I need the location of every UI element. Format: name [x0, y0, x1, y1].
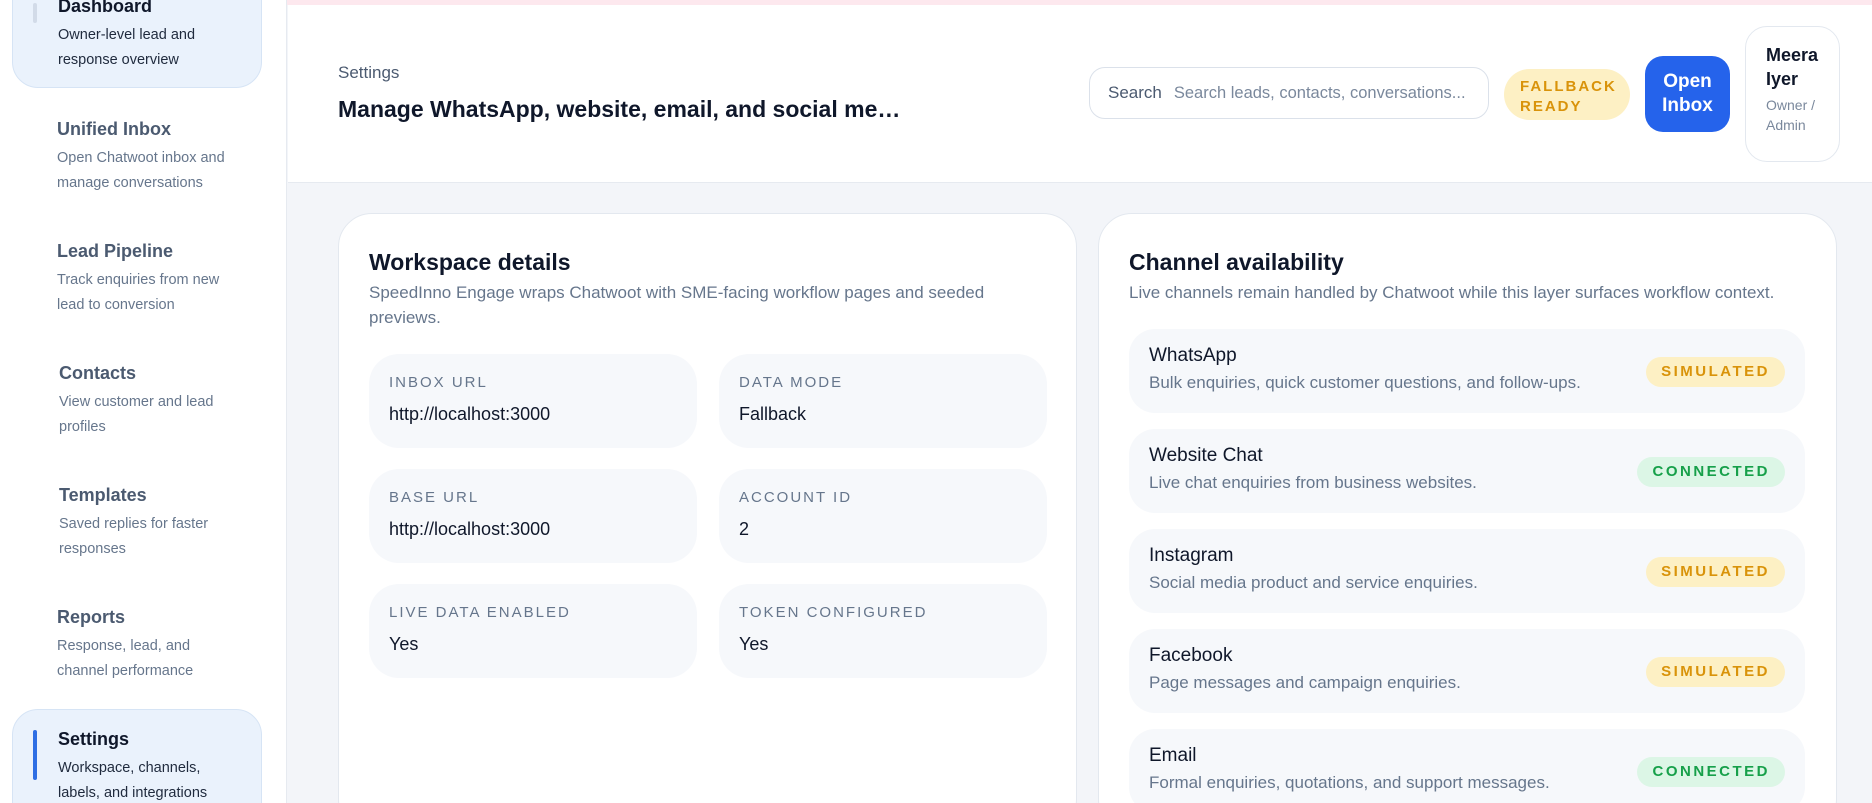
field-token-configured: TOKEN CONFIGURED Yes: [719, 584, 1047, 678]
channel-row-website-chat: Website Chat Live chat enquiries from bu…: [1129, 429, 1805, 513]
sidebar-item-reports[interactable]: Reports Response, lead, and channel perf…: [12, 606, 262, 684]
sidebar-item-desc: Saved replies for faster responses: [59, 516, 209, 557]
sidebar-item-label: Reports: [57, 607, 126, 627]
field-label: DATA MODE: [739, 374, 844, 391]
sidebar-item-desc: Owner-level lead and response overview: [58, 27, 196, 68]
fallback-status-badge: FALLBACK READY: [1504, 69, 1630, 120]
channel-row-email: Email Formal enquiries, quotations, and …: [1129, 729, 1805, 803]
channel-availability-card: Channel availability Live channels remai…: [1098, 213, 1837, 803]
sidebar-item-desc: Track enquiries from new lead to convers…: [57, 272, 220, 313]
field-value: Yes: [389, 634, 419, 654]
page-title: Manage WhatsApp, website, email, and soc…: [338, 96, 908, 122]
card-subtitle: Live channels remain handled by Chatwoot…: [1129, 283, 1775, 302]
field-base-url: BASE URL http://localhost:3000: [369, 469, 697, 563]
field-value: 2: [739, 519, 750, 539]
sidebar-item-label: Contacts: [59, 363, 137, 383]
field-value: http://localhost:3000: [389, 404, 551, 424]
card-subtitle: SpeedInno Engage wraps Chatwoot with SME…: [369, 283, 985, 327]
search-bar[interactable]: Search: [1089, 67, 1489, 119]
sidebar-item-desc: Workspace, channels, labels, and integra…: [58, 760, 208, 801]
field-account-id: ACCOUNT ID 2: [719, 469, 1047, 563]
field-inbox-url: INBOX URL http://localhost:3000: [369, 354, 697, 448]
field-value: http://localhost:3000: [389, 519, 551, 539]
sidebar-item-label: Lead Pipeline: [57, 241, 174, 261]
sidebar-item-label: Settings: [58, 729, 130, 749]
status-badge: SIMULATED: [1646, 657, 1785, 687]
field-label: INBOX URL: [389, 374, 488, 391]
sidebar-item-label: Unified Inbox: [57, 119, 171, 139]
channel-row-instagram: Instagram Social media product and servi…: [1129, 529, 1805, 613]
workspace-details-card: Workspace details SpeedInno Engage wraps…: [338, 213, 1077, 803]
status-badge: SIMULATED: [1646, 357, 1785, 387]
field-data-mode: DATA MODE Fallback: [719, 354, 1047, 448]
active-indicator: [33, 3, 37, 23]
field-label: TOKEN CONFIGURED: [739, 604, 928, 621]
active-indicator: [33, 730, 37, 780]
field-value: Fallback: [739, 404, 807, 424]
search-label: Search: [1108, 83, 1162, 102]
sidebar-item-contacts[interactable]: Contacts View customer and lead profiles: [12, 362, 262, 440]
card-title: Channel availability: [1129, 249, 1344, 275]
user-profile-card[interactable]: Meera Iyer Owner / Admin: [1745, 26, 1840, 162]
status-badge: SIMULATED: [1646, 557, 1785, 587]
sidebar-item-desc: Response, lead, and channel performance: [57, 638, 194, 679]
field-label: BASE URL: [389, 489, 480, 506]
field-label: LIVE DATA ENABLED: [389, 604, 571, 621]
sidebar-item-lead-pipeline[interactable]: Lead Pipeline Track enquiries from new l…: [12, 240, 262, 318]
sidebar: Dashboard Owner-level lead and response …: [0, 0, 287, 803]
channel-row-whatsapp: WhatsApp Bulk enquiries, quick customer …: [1129, 329, 1805, 413]
open-inbox-button[interactable]: Open Inbox: [1645, 56, 1730, 132]
sidebar-item-dashboard[interactable]: Dashboard Owner-level lead and response …: [12, 0, 262, 88]
user-name: Meera Iyer: [1766, 45, 1819, 89]
sidebar-item-settings[interactable]: Settings Workspace, channels, labels, an…: [12, 709, 262, 803]
status-badge: CONNECTED: [1637, 457, 1785, 487]
field-label: ACCOUNT ID: [739, 489, 853, 506]
user-role: Owner / Admin: [1766, 97, 1816, 133]
field-value: Yes: [739, 634, 769, 654]
field-live-data-enabled: LIVE DATA ENABLED Yes: [369, 584, 697, 678]
status-badge: CONNECTED: [1637, 757, 1785, 787]
sidebar-item-label: Templates: [59, 485, 147, 505]
breadcrumb: Settings: [338, 63, 400, 82]
sidebar-item-label: Dashboard: [58, 0, 153, 16]
channel-row-facebook: Facebook Page messages and campaign enqu…: [1129, 629, 1805, 713]
top-header: Settings Manage WhatsApp, website, email…: [288, 5, 1872, 183]
sidebar-item-templates[interactable]: Templates Saved replies for faster respo…: [12, 484, 262, 562]
sidebar-item-desc: Open Chatwoot inbox and manage conversat…: [57, 150, 225, 191]
search-input[interactable]: [1173, 83, 1470, 103]
sidebar-item-desc: View customer and lead profiles: [59, 394, 214, 435]
card-title: Workspace details: [369, 249, 571, 275]
sidebar-item-unified-inbox[interactable]: Unified Inbox Open Chatwoot inbox and ma…: [12, 118, 262, 196]
